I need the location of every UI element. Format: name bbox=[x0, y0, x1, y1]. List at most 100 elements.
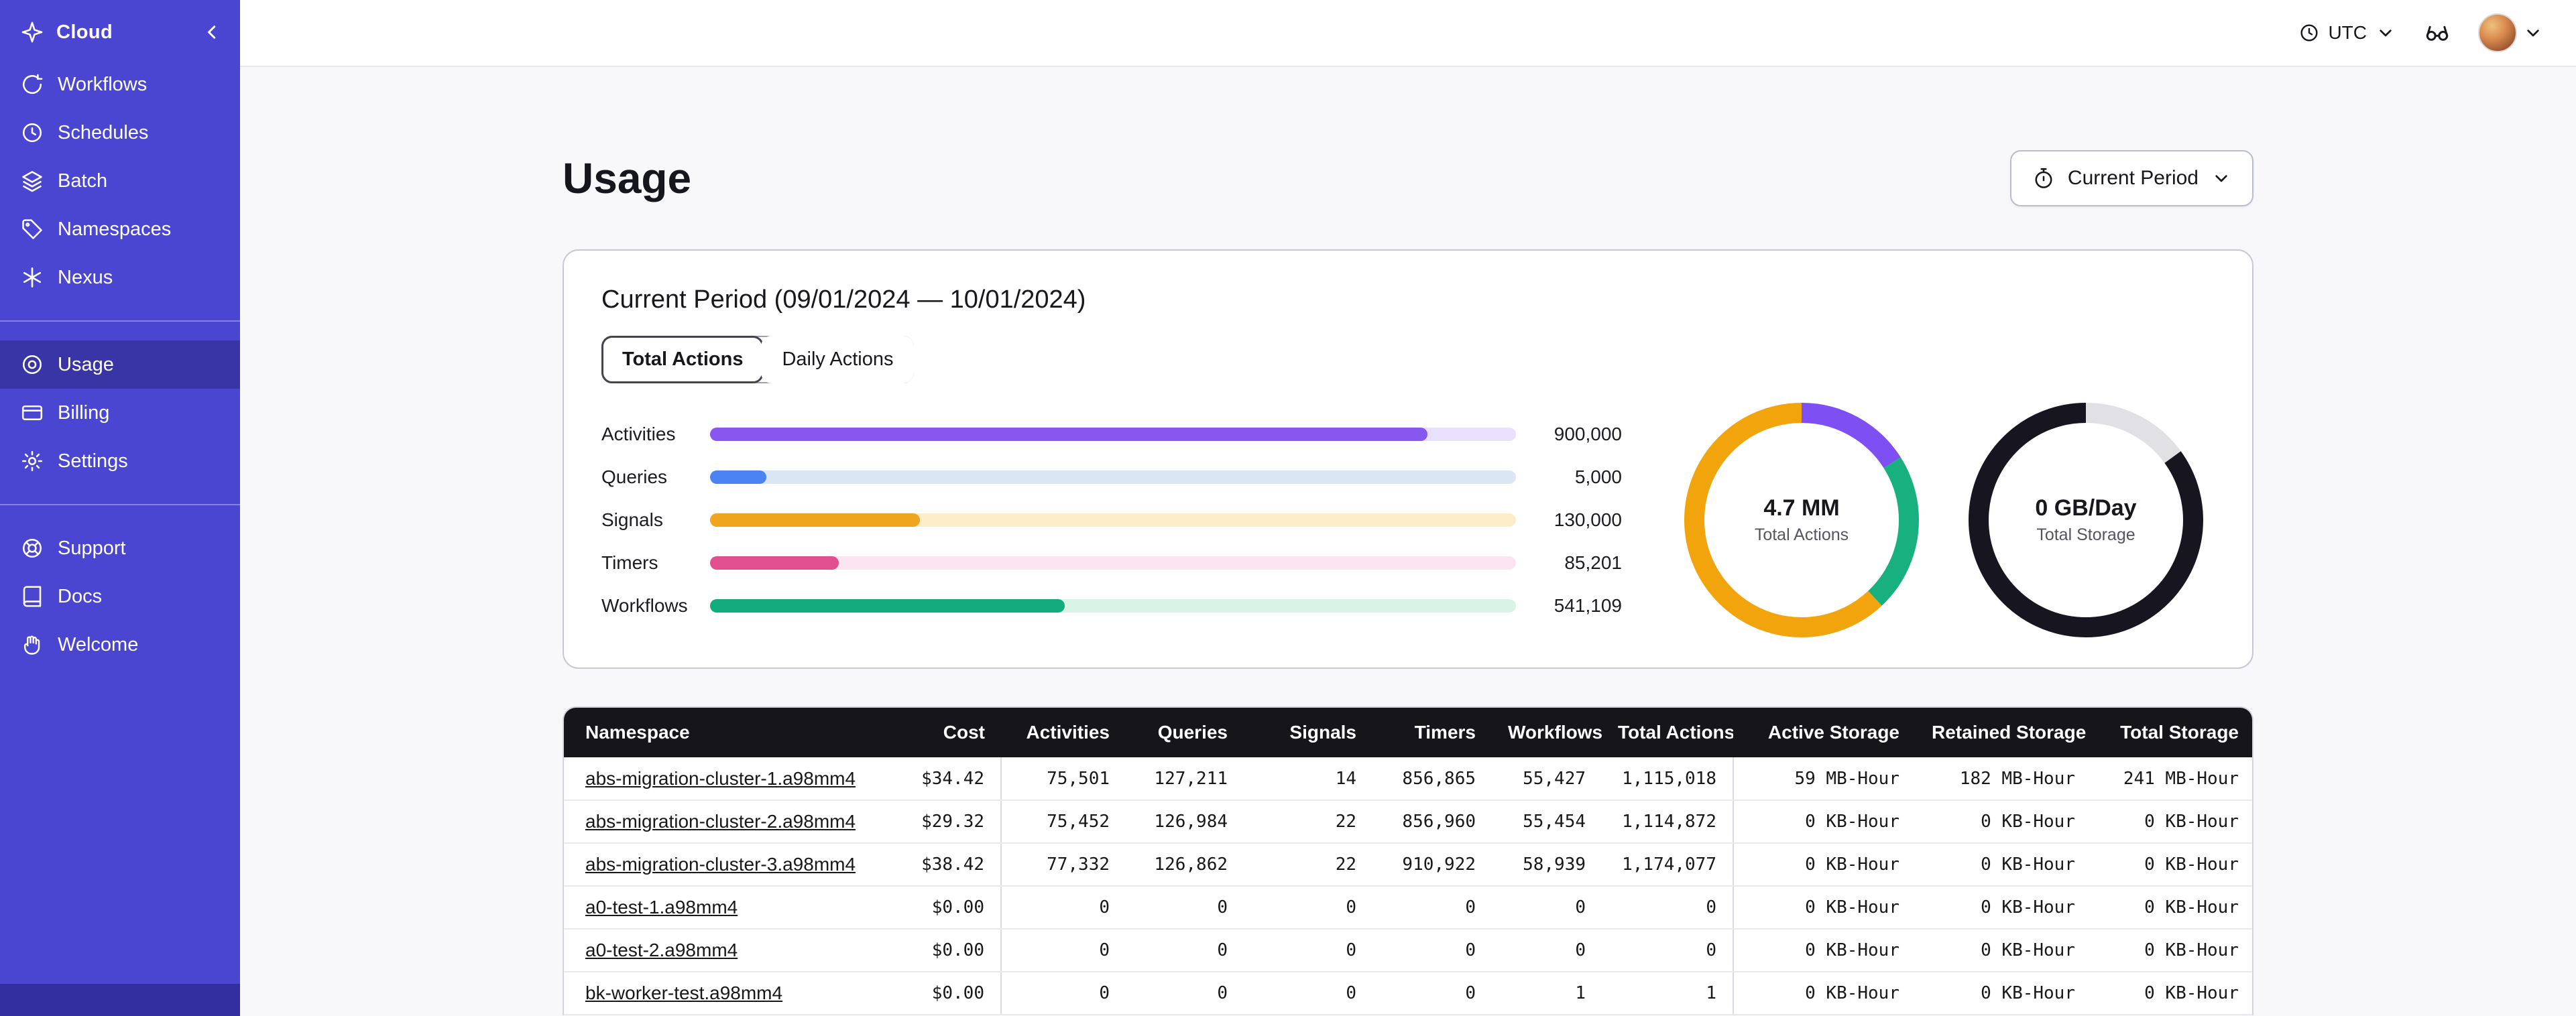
cell-timers: 856,960 bbox=[1372, 800, 1492, 844]
chevron-down-icon bbox=[2211, 168, 2232, 189]
sidebar-item-label: Billing bbox=[58, 401, 110, 424]
total-storage-donut: 0 GB/Day Total Storage bbox=[1965, 399, 2207, 641]
cell-signals: 0 bbox=[1244, 972, 1372, 1015]
user-menu-button[interactable] bbox=[2478, 13, 2544, 52]
column-header-retained-storage: Retained Storage bbox=[1916, 708, 2091, 757]
namespace-usage-table-wrap: Namespace Cost Activities Queries Signals Tim… bbox=[563, 706, 2253, 1015]
sidebar-item-support[interactable]: Support bbox=[0, 524, 240, 572]
cell-total-actions: 0 bbox=[1602, 929, 1733, 972]
cell-workflows: 55,454 bbox=[1492, 800, 1602, 844]
cell-total-storage: 0 KB-Hour bbox=[2091, 886, 2252, 930]
sidebar-item-docs[interactable]: Docs bbox=[0, 572, 240, 621]
sidebar-item-billing[interactable]: Billing bbox=[0, 389, 240, 437]
sidebar-item-namespaces[interactable]: Namespaces bbox=[0, 205, 240, 253]
cell-cost: $0.00 bbox=[886, 972, 1001, 1015]
card-title: Current Period (09/01/2024 — 10/01/2024) bbox=[601, 285, 1086, 314]
sidebar-collapse-button[interactable] bbox=[200, 20, 224, 44]
topbar: UTC bbox=[240, 0, 2576, 67]
cell-signals: 14 bbox=[1244, 757, 1372, 801]
sidebar-item-usage[interactable]: Usage bbox=[0, 340, 240, 389]
cell-workflows: 0 bbox=[1492, 886, 1602, 930]
namespace-usage-table: Namespace Cost Activities Queries Signals Tim… bbox=[564, 708, 2252, 1015]
bar-value: 85,201 bbox=[1564, 552, 1622, 573]
cell-total-actions: 1,174,077 bbox=[1602, 843, 1733, 887]
bar-track bbox=[710, 556, 1516, 570]
glasses-button[interactable] bbox=[2423, 19, 2451, 47]
namespace-cell[interactable]: abs-migration-cluster-1.a98mm4 bbox=[564, 757, 886, 801]
namespace-link[interactable]: bk-worker-test.a98mm4 bbox=[585, 982, 782, 1003]
bar-track bbox=[710, 513, 1516, 527]
cell-activities: 0 bbox=[1000, 972, 1126, 1015]
cell-workflows: 1 bbox=[1492, 972, 1602, 1015]
cell-total-storage: 0 KB-Hour bbox=[2091, 800, 2252, 844]
namespaces-icon bbox=[20, 217, 44, 241]
cell-queries: 0 bbox=[1126, 972, 1244, 1015]
bar-fill bbox=[710, 599, 1065, 613]
sidebar-item-settings[interactable]: Settings bbox=[0, 437, 240, 485]
table-row: abs-migration-cluster-3.a98mm4 $38.42 77,3… bbox=[564, 843, 2252, 887]
cell-activities: 75,501 bbox=[1000, 757, 1126, 801]
sidebar-item-nexus[interactable]: Nexus bbox=[0, 253, 240, 302]
namespace-cell[interactable]: a0-test-1.a98mm4 bbox=[564, 886, 886, 930]
namespace-cell[interactable]: abs-migration-cluster-3.a98mm4 bbox=[564, 843, 886, 887]
namespace-link[interactable]: a0-test-1.a98mm4 bbox=[585, 897, 738, 917]
cell-queries: 126,862 bbox=[1126, 843, 1244, 887]
namespace-link[interactable]: abs-migration-cluster-3.a98mm4 bbox=[585, 854, 856, 875]
page-title: Usage bbox=[563, 154, 692, 202]
sidebar-item-label: Docs bbox=[58, 585, 103, 607]
namespace-cell[interactable]: abs-migration-cluster-2.a98mm4 bbox=[564, 800, 886, 844]
cell-active-storage: 0 KB-Hour bbox=[1733, 886, 1916, 930]
tab-daily-actions[interactable]: Daily Actions bbox=[761, 336, 915, 383]
timezone-selector[interactable]: UTC bbox=[2298, 22, 2396, 44]
sidebar-item-welcome[interactable]: Welcome bbox=[0, 621, 240, 669]
batch-icon bbox=[20, 169, 44, 193]
bar-value: 130,000 bbox=[1554, 509, 1622, 530]
namespace-cell[interactable]: a0-test-2.a98mm4 bbox=[564, 929, 886, 972]
usage-icon bbox=[20, 353, 44, 377]
cell-timers: 0 bbox=[1372, 972, 1492, 1015]
workflows-icon bbox=[20, 72, 44, 97]
period-selector-button[interactable]: Current Period bbox=[2009, 150, 2253, 206]
hand-wave-icon bbox=[20, 633, 44, 657]
cell-timers: 856,865 bbox=[1372, 757, 1492, 801]
namespace-link[interactable]: abs-migration-cluster-1.a98mm4 bbox=[585, 768, 856, 789]
cell-total-actions: 1 bbox=[1602, 972, 1733, 1015]
page-header: Usage Current Period bbox=[563, 67, 2253, 206]
namespace-link[interactable]: abs-migration-cluster-2.a98mm4 bbox=[585, 811, 856, 832]
cell-activities: 0 bbox=[1000, 886, 1126, 930]
namespace-cell[interactable]: bk-worker-test.a98mm4 bbox=[564, 972, 886, 1015]
period-selector-label: Current Period bbox=[2067, 167, 2199, 189]
sidebar-group-account: Usage Billing Settings bbox=[0, 338, 240, 488]
cell-total-storage: 241 MB-Hour bbox=[2091, 757, 2252, 801]
bar-fill bbox=[710, 470, 767, 484]
chevron-down-icon bbox=[2522, 22, 2544, 44]
product-title: Cloud bbox=[56, 21, 113, 43]
column-header-queries: Queries bbox=[1126, 708, 1244, 757]
bar-fill bbox=[710, 556, 839, 570]
nexus-icon bbox=[20, 265, 44, 290]
support-icon bbox=[20, 536, 44, 560]
sidebar-item-workflows[interactable]: Workflows bbox=[0, 60, 240, 109]
schedules-icon bbox=[20, 121, 44, 145]
bar-label: Timers bbox=[601, 552, 658, 573]
cell-cost: $38.42 bbox=[886, 843, 1001, 887]
total-storage-value: 0 GB/Day bbox=[2035, 495, 2137, 521]
main-area: UTC Usage Current Period Current Period … bbox=[240, 0, 2576, 1016]
docs-icon bbox=[20, 584, 44, 609]
bar-row-signals: Signals 130,000 bbox=[601, 499, 1622, 542]
cell-active-storage: 0 KB-Hour bbox=[1733, 843, 1916, 887]
cell-activities: 77,332 bbox=[1000, 843, 1126, 887]
cell-timers: 0 bbox=[1372, 929, 1492, 972]
cell-timers: 910,922 bbox=[1372, 843, 1492, 887]
sidebar-item-schedules[interactable]: Schedules bbox=[0, 109, 240, 157]
sidebar-item-batch[interactable]: Batch bbox=[0, 157, 240, 205]
column-header-timers: Timers bbox=[1372, 708, 1492, 757]
namespace-link[interactable]: a0-test-2.a98mm4 bbox=[585, 940, 738, 960]
timer-icon bbox=[2032, 166, 2056, 190]
cell-activities: 0 bbox=[1000, 929, 1126, 972]
cell-retained-storage: 0 KB-Hour bbox=[1916, 800, 2091, 844]
sidebar-header: Cloud bbox=[0, 0, 240, 58]
sidebar-item-label: Nexus bbox=[58, 266, 113, 288]
donut-charts: 4.7 MM Total Actions 0 GB/Day Total Stor… bbox=[1681, 399, 2207, 641]
tab-total-actions[interactable]: Total Actions bbox=[601, 336, 764, 383]
